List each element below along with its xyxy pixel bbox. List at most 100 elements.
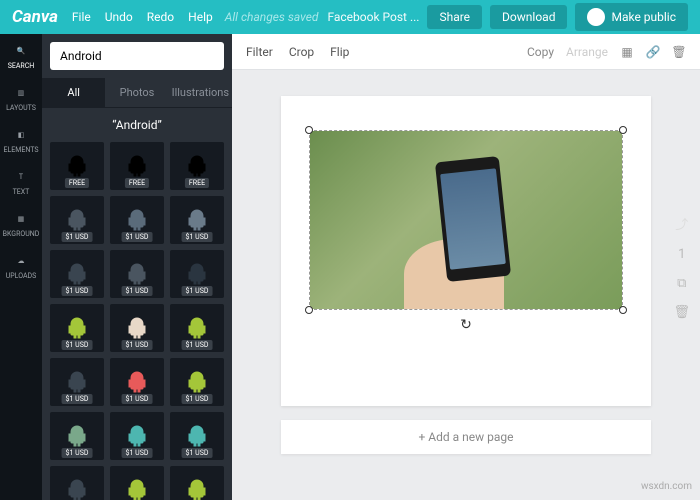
result-tile[interactable]: FREE: [170, 142, 224, 190]
price-badge: $1 USD: [182, 448, 213, 458]
arrange-button[interactable]: Arrange: [566, 45, 608, 59]
tab-all[interactable]: All: [42, 78, 105, 107]
resize-handle-tl[interactable]: [305, 126, 313, 134]
result-tile[interactable]: $1 USD: [110, 466, 164, 500]
rail-background[interactable]: ▦BKGROUND: [3, 210, 40, 238]
watermark: wsxdn.com: [641, 481, 692, 492]
rail-text[interactable]: TTEXT: [12, 168, 30, 196]
result-tile[interactable]: $1 USD: [110, 250, 164, 298]
result-tile[interactable]: FREE: [50, 142, 104, 190]
search-icon: 🔍: [12, 42, 30, 60]
delete-page-icon[interactable]: 🗑: [673, 305, 690, 320]
android-icon: [125, 478, 149, 500]
result-tile[interactable]: $1 USD: [170, 196, 224, 244]
android-icon: [185, 154, 209, 178]
android-icon: [65, 424, 89, 448]
android-icon: [185, 262, 209, 286]
result-tile[interactable]: $1 USD: [50, 358, 104, 406]
elements-panel: AllPhotosIllustrations “Android” FREEFRE…: [42, 34, 232, 500]
result-tile[interactable]: FREE: [110, 142, 164, 190]
result-tile[interactable]: $1 USD: [50, 196, 104, 244]
price-badge: FREE: [125, 178, 149, 188]
result-tile[interactable]: $1 USD: [110, 304, 164, 352]
android-icon: [65, 478, 89, 500]
result-tile[interactable]: $1 USD: [50, 250, 104, 298]
result-tile[interactable]: $1 USD: [170, 250, 224, 298]
page-up-icon[interactable]: ⤴: [675, 214, 688, 233]
price-badge: $1 USD: [122, 394, 153, 404]
document-title[interactable]: Facebook Post ...: [327, 10, 419, 24]
price-badge: $1 USD: [122, 286, 153, 296]
canvas-page[interactable]: ↻: [281, 96, 651, 406]
result-tile[interactable]: $1 USD: [170, 358, 224, 406]
menu-redo[interactable]: Redo: [147, 10, 174, 24]
menu-undo[interactable]: Undo: [105, 10, 133, 24]
price-badge: FREE: [185, 178, 209, 188]
link-icon[interactable]: 🔗: [646, 45, 660, 59]
rotate-handle[interactable]: ↻: [460, 317, 472, 333]
price-badge: $1 USD: [62, 340, 93, 350]
resize-handle-br[interactable]: [619, 306, 627, 314]
search-input[interactable]: [50, 42, 224, 70]
share-button[interactable]: Share: [427, 5, 482, 29]
flip-button[interactable]: Flip: [330, 45, 349, 59]
trash-icon[interactable]: 🗑: [672, 45, 686, 59]
android-icon: [185, 478, 209, 500]
results-grid[interactable]: FREEFREEFREE$1 USD$1 USD$1 USD$1 USD$1 U…: [42, 142, 232, 500]
result-tile[interactable]: $1 USD: [110, 196, 164, 244]
result-tile[interactable]: $1 USD: [110, 358, 164, 406]
text-icon: T: [12, 168, 30, 186]
download-button[interactable]: Download: [490, 5, 567, 29]
page-number: 1: [678, 247, 685, 262]
canvas-area: Filter Crop Flip Copy Arrange ▦ 🔗 🗑: [232, 34, 700, 500]
rail-elements[interactable]: ◧ELEMENTS: [4, 126, 39, 154]
logo: Canva: [12, 7, 58, 27]
copy-button[interactable]: Copy: [527, 45, 554, 59]
android-icon: [125, 262, 149, 286]
android-icon: [125, 316, 149, 340]
save-status: All changes saved: [225, 10, 319, 24]
rail-search[interactable]: 🔍SEARCH: [8, 42, 35, 70]
android-icon: [125, 154, 149, 178]
crop-button[interactable]: Crop: [289, 45, 314, 59]
price-badge: $1 USD: [182, 340, 213, 350]
menu-file[interactable]: File: [72, 10, 91, 24]
rail-uploads[interactable]: ☁UPLOADS: [6, 252, 37, 280]
result-tile[interactable]: $1 USD: [170, 466, 224, 500]
price-badge: FREE: [65, 178, 89, 188]
price-badge: $1 USD: [182, 394, 213, 404]
filter-button[interactable]: Filter: [246, 45, 273, 59]
avatar-icon: [587, 8, 605, 26]
page-controls: ⤴ 1 ⧉ 🗑: [673, 214, 690, 320]
result-tile[interactable]: $1 USD: [170, 304, 224, 352]
android-icon: [125, 370, 149, 394]
make-public-label: Make public: [611, 10, 676, 24]
tab-photos[interactable]: Photos: [105, 78, 168, 107]
price-badge: $1 USD: [122, 448, 153, 458]
duplicate-page-icon[interactable]: ⧉: [677, 276, 686, 291]
add-page-button[interactable]: + Add a new page: [281, 420, 651, 454]
result-tile[interactable]: $1 USD: [50, 304, 104, 352]
menu-help[interactable]: Help: [188, 10, 213, 24]
resize-handle-bl[interactable]: [305, 306, 313, 314]
price-badge: $1 USD: [122, 340, 153, 350]
image-content: [310, 131, 622, 309]
result-tile[interactable]: $1 USD: [110, 412, 164, 460]
stage[interactable]: ↻ + Add a new page: [232, 70, 700, 500]
rail-layouts[interactable]: ▥LAYOUTS: [6, 84, 36, 112]
side-rail: 🔍SEARCH ▥LAYOUTS ◧ELEMENTS TTEXT ▦BKGROUND ☁U…: [0, 34, 42, 500]
resize-handle-tr[interactable]: [619, 126, 627, 134]
uploads-icon: ☁: [12, 252, 30, 270]
main-menu: File Undo Redo Help: [72, 10, 213, 24]
android-icon: [185, 370, 209, 394]
result-tile[interactable]: $1 USD: [170, 412, 224, 460]
android-icon: [185, 424, 209, 448]
transparency-icon[interactable]: ▦: [620, 45, 634, 59]
result-tile[interactable]: $1 USD: [50, 466, 104, 500]
tab-illustrations[interactable]: Illustrations: [169, 78, 232, 107]
make-public-button[interactable]: Make public: [575, 3, 688, 31]
price-badge: $1 USD: [62, 286, 93, 296]
selected-image[interactable]: ↻: [309, 130, 623, 310]
result-tile[interactable]: $1 USD: [50, 412, 104, 460]
android-icon: [65, 316, 89, 340]
